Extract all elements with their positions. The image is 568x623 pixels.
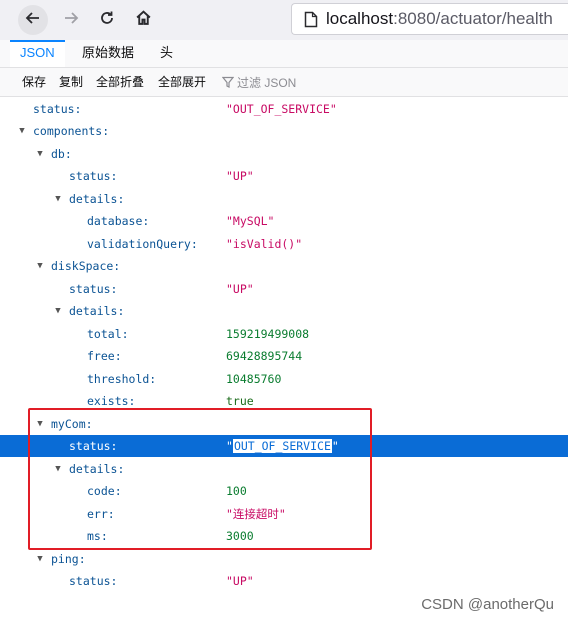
tree-row-err[interactable]: err: "连接超时" <box>0 503 568 525</box>
tree-value: "UP" <box>226 169 254 183</box>
tree-key: status: <box>69 574 118 588</box>
tree-key: components: <box>33 124 110 138</box>
tree-key: status: <box>69 439 118 453</box>
tree-value: "isValid()" <box>226 237 303 251</box>
quote-open: " <box>226 439 233 453</box>
tree-key: myCom: <box>51 417 93 431</box>
expand-all-button[interactable]: 全部展开 <box>158 68 206 96</box>
tree-key: code: <box>87 484 122 498</box>
tree-key: database: <box>87 214 150 228</box>
tree-value: "连接超时" <box>226 507 286 521</box>
expand-triangle-icon[interactable]: ▼ <box>53 188 63 210</box>
expand-triangle-icon[interactable]: ▼ <box>35 143 45 165</box>
tree-key: diskSpace: <box>51 259 121 273</box>
tree-key: status: <box>69 169 118 183</box>
tree-row-disk-details[interactable]: ▼ details: <box>0 300 568 322</box>
tree-row-status[interactable]: status: "OUT_OF_SERVICE" <box>0 98 568 120</box>
tree-row-free[interactable]: free: 69428895744 <box>0 345 568 367</box>
save-button[interactable]: 保存 <box>22 68 46 96</box>
reload-button[interactable] <box>92 5 122 35</box>
expand-triangle-icon[interactable]: ▼ <box>35 548 45 570</box>
tree-key: exists: <box>87 394 136 408</box>
tree-value: "MySQL" <box>226 214 275 228</box>
viewer-toolbar: 保存 复制 全部折叠 全部展开 过滤 JSON <box>0 68 568 97</box>
reload-icon <box>99 9 115 32</box>
tree-row-total[interactable]: total: 159219499008 <box>0 323 568 345</box>
tree-row-disk-status[interactable]: status: "UP" <box>0 278 568 300</box>
tab-json[interactable]: JSON <box>10 40 65 67</box>
tree-key: ping: <box>51 552 86 566</box>
home-button[interactable] <box>128 5 158 35</box>
tree-row-database[interactable]: database: "MySQL" <box>0 210 568 232</box>
expand-triangle-icon[interactable]: ▼ <box>53 300 63 322</box>
tree-key: details: <box>69 304 125 318</box>
tree-row-code[interactable]: code: 100 <box>0 480 568 502</box>
tree-value: 3000 <box>226 529 254 543</box>
tree-row-mycom-status[interactable]: status: "OUT_OF_SERVICE" <box>0 435 568 457</box>
expand-triangle-icon[interactable]: ▼ <box>35 255 45 277</box>
tab-raw-data[interactable]: 原始数据 <box>72 40 144 67</box>
tree-value: "OUT_OF_SERVICE" <box>226 435 339 457</box>
tree-row-ms[interactable]: ms: 3000 <box>0 525 568 547</box>
tree-value: 100 <box>226 484 247 498</box>
tree-row-ping-status[interactable]: status: "UP" <box>0 570 568 592</box>
browser-toolbar: localhost:8080/actuator/health <box>0 0 568 40</box>
back-button[interactable] <box>18 5 48 35</box>
expand-triangle-icon[interactable]: ▼ <box>17 120 27 142</box>
tree-row-components[interactable]: ▼ components: <box>0 120 568 142</box>
url-path: :8080/actuator/health <box>393 9 553 28</box>
filter-json-input[interactable]: 过滤 JSON <box>222 68 296 96</box>
copy-button[interactable]: 复制 <box>59 68 83 96</box>
tree-value: 69428895744 <box>226 349 303 363</box>
filter-placeholder: 过滤 JSON <box>237 75 297 90</box>
tree-row-mycom-details[interactable]: ▼ details: <box>0 458 568 480</box>
tree-value: "OUT_OF_SERVICE" <box>226 102 337 116</box>
page-icon <box>304 11 318 28</box>
tree-key: free: <box>87 349 122 363</box>
tree-key: err: <box>87 507 115 521</box>
back-arrow-icon <box>25 9 41 32</box>
expand-triangle-icon[interactable]: ▼ <box>53 458 63 480</box>
tree-key: ms: <box>87 529 108 543</box>
tree-row-validation-query[interactable]: validationQuery: "isValid()" <box>0 233 568 255</box>
tree-row-ping[interactable]: ▼ ping: <box>0 548 568 570</box>
tree-row-db-status[interactable]: status: "UP" <box>0 165 568 187</box>
tree-key: details: <box>69 192 125 206</box>
tree-key: details: <box>69 462 125 476</box>
tree-row-diskspace[interactable]: ▼ diskSpace: <box>0 255 568 277</box>
tree-row-db[interactable]: ▼ db: <box>0 143 568 165</box>
watermark: CSDN @anotherQu <box>421 596 554 613</box>
tree-key: db: <box>51 147 72 161</box>
tree-value: 10485760 <box>226 372 282 386</box>
tree-key: threshold: <box>87 372 157 386</box>
tree-row-db-details[interactable]: ▼ details: <box>0 188 568 210</box>
tree-row-threshold[interactable]: threshold: 10485760 <box>0 368 568 390</box>
tree-row-mycom[interactable]: ▼ myCom: <box>0 413 568 435</box>
tree-key: status: <box>33 102 82 116</box>
tree-value: 159219499008 <box>226 327 310 341</box>
home-icon <box>135 9 152 32</box>
collapse-all-button[interactable]: 全部折叠 <box>96 68 144 96</box>
tab-headers[interactable]: 头 <box>150 40 183 67</box>
tree-key: validationQuery: <box>87 237 198 251</box>
funnel-icon <box>222 76 234 88</box>
tree-key: total: <box>87 327 129 341</box>
tree-value: true <box>226 394 254 408</box>
quote-close: " <box>331 439 339 453</box>
forward-button[interactable] <box>56 5 86 35</box>
forward-arrow-icon <box>63 9 79 32</box>
tree-value: "UP" <box>226 282 254 296</box>
tree-value: "UP" <box>226 574 254 588</box>
tree-key: status: <box>69 282 118 296</box>
expand-triangle-icon[interactable]: ▼ <box>35 413 45 435</box>
url-text: localhost:8080/actuator/health <box>326 9 553 29</box>
url-bar[interactable]: localhost:8080/actuator/health <box>291 3 568 35</box>
url-host: localhost <box>326 9 394 28</box>
selected-text: OUT_OF_SERVICE <box>232 439 332 453</box>
viewer-tabs: JSON 原始数据 头 <box>0 40 568 68</box>
tree-row-exists[interactable]: exists: true <box>0 390 568 412</box>
